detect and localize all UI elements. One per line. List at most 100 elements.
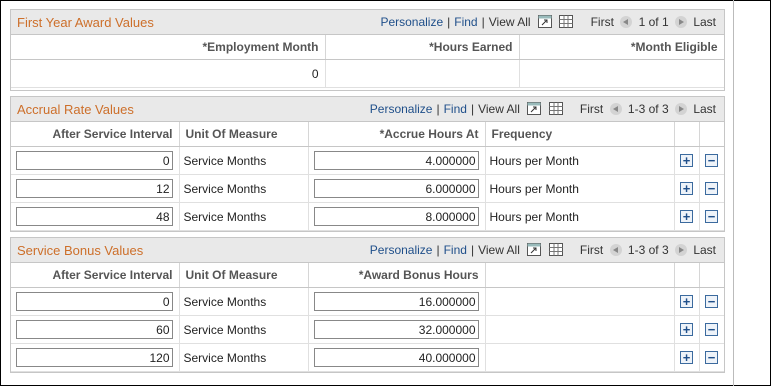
delete-row-icon[interactable]: −	[705, 294, 718, 308]
grid-header: Accrual Rate Values Personalize | Find | Vie…	[11, 97, 724, 122]
first-label: First	[579, 243, 604, 257]
last-label: Last	[693, 102, 716, 116]
col-month-eligible: *Month Eligible	[519, 35, 724, 60]
view-all-link[interactable]: View All	[478, 102, 520, 116]
service-interval-input[interactable]	[15, 320, 173, 339]
first-label: First	[590, 15, 614, 29]
service-interval-input[interactable]	[15, 151, 173, 170]
accrual-rate-grid: Accrual Rate Values Personalize | Find | Vie…	[10, 96, 725, 232]
grid-nav: Personalize | Find | View All First 1-3 of 3…	[369, 243, 716, 259]
award-bonus-hours-input[interactable]	[313, 320, 479, 339]
col-delete	[699, 263, 724, 288]
col-award-bonus-hours: *Award Bonus Hours	[308, 263, 486, 288]
grid-title: First Year Award Values	[17, 15, 154, 30]
table-row: Service Months + −	[11, 343, 724, 372]
col-add	[674, 122, 700, 147]
frequency-value: Hours per Month	[485, 146, 675, 175]
grid-header: First Year Award Values Personalize | Find…	[11, 10, 724, 35]
last-label: Last	[693, 15, 716, 29]
first-year-table: *Employment Month *Hours Earned *Month E…	[11, 35, 724, 88]
employment-month-value: 0	[11, 59, 326, 88]
zoom-icon[interactable]	[537, 15, 552, 31]
add-row-icon[interactable]: +	[680, 209, 693, 223]
add-row-icon[interactable]: +	[680, 153, 693, 167]
grid-download-icon[interactable]	[559, 15, 574, 31]
col-hours-earned: *Hours Earned	[325, 35, 520, 60]
grid-download-icon[interactable]	[548, 243, 563, 259]
table-row: Service Months Hours per Month + −	[11, 174, 724, 203]
add-row-icon[interactable]: +	[680, 350, 693, 364]
find-link[interactable]: Find	[444, 243, 467, 257]
table-row: Service Months + −	[11, 315, 724, 344]
unit-of-measure-value: Service Months	[179, 343, 309, 372]
service-interval-input[interactable]	[15, 179, 173, 198]
service-interval-input[interactable]	[15, 292, 173, 311]
service-interval-input[interactable]	[15, 348, 173, 367]
zoom-icon[interactable]	[527, 102, 542, 118]
find-link[interactable]: Find	[454, 15, 477, 29]
service-bonus-grid: Service Bonus Values Personalize | Find | Vi…	[10, 237, 725, 373]
col-employment-month: *Employment Month	[11, 35, 326, 60]
next-arrow-icon[interactable]	[674, 103, 687, 115]
delete-row-icon[interactable]: −	[705, 322, 718, 336]
table-row: Service Months + −	[11, 287, 724, 316]
award-bonus-hours-input[interactable]	[313, 348, 479, 367]
row-range: 1-3 of 3	[627, 243, 669, 257]
unit-of-measure-value: Service Months	[179, 174, 309, 203]
next-arrow-icon[interactable]	[674, 244, 687, 256]
last-label: Last	[693, 243, 716, 257]
delete-row-icon[interactable]: −	[705, 209, 718, 223]
month-eligible-value	[519, 59, 724, 88]
col-delete	[699, 122, 724, 147]
frequency-value: Hours per Month	[485, 202, 675, 231]
add-row-icon[interactable]: +	[680, 322, 693, 336]
next-arrow-icon[interactable]	[674, 16, 687, 28]
accrual-table: After Service Interval Unit Of Measure *…	[11, 122, 724, 231]
grid-download-icon[interactable]	[548, 102, 563, 118]
right-divider	[733, 0, 734, 386]
personalize-link[interactable]: Personalize	[380, 15, 443, 29]
find-link[interactable]: Find	[444, 102, 467, 116]
delete-row-icon[interactable]: −	[705, 153, 718, 167]
personalize-link[interactable]: Personalize	[370, 243, 433, 257]
col-unit-of-measure: Unit Of Measure	[179, 263, 309, 288]
grid-header: Service Bonus Values Personalize | Find | Vi…	[11, 238, 724, 263]
unit-of-measure-value: Service Months	[179, 146, 309, 175]
col-after-service-interval: After Service Interval	[11, 122, 180, 147]
bonus-table: After Service Interval Unit Of Measure *…	[11, 263, 724, 372]
col-add	[674, 263, 700, 288]
add-row-icon[interactable]: +	[680, 181, 693, 195]
view-all-link[interactable]: View All	[478, 243, 520, 257]
col-empty	[485, 263, 675, 288]
accrue-hours-input[interactable]	[313, 179, 479, 198]
view-all-link[interactable]: View All	[489, 15, 531, 29]
prev-arrow-icon[interactable]	[609, 103, 622, 115]
frequency-value: Hours per Month	[485, 174, 675, 203]
unit-of-measure-value: Service Months	[179, 287, 309, 316]
delete-row-icon[interactable]: −	[705, 350, 718, 364]
zoom-icon[interactable]	[527, 243, 542, 259]
row-range: 1 of 1	[638, 15, 669, 29]
grid-title: Service Bonus Values	[17, 243, 144, 258]
first-year-award-grid: First Year Award Values Personalize | Find…	[10, 9, 725, 91]
table-row: 0	[11, 59, 724, 88]
grid-nav: Personalize | Find | View All First 1 of 1 L…	[380, 15, 716, 31]
delete-row-icon[interactable]: −	[705, 181, 718, 195]
grid-nav: Personalize | Find | View All First 1-3 of 3…	[369, 102, 716, 118]
service-interval-input[interactable]	[15, 207, 173, 226]
prev-arrow-icon[interactable]	[620, 16, 633, 28]
accrue-hours-input[interactable]	[313, 207, 479, 226]
col-accrue-hours-at: *Accrue Hours At	[308, 122, 486, 147]
table-row: Service Months Hours per Month + −	[11, 146, 724, 175]
add-row-icon[interactable]: +	[680, 294, 693, 308]
col-frequency: Frequency	[485, 122, 675, 147]
award-bonus-hours-input[interactable]	[313, 292, 479, 311]
unit-of-measure-value: Service Months	[179, 202, 309, 231]
unit-of-measure-value: Service Months	[179, 315, 309, 344]
accrue-hours-input[interactable]	[313, 151, 479, 170]
table-row: Service Months Hours per Month + −	[11, 202, 724, 231]
personalize-link[interactable]: Personalize	[370, 102, 433, 116]
prev-arrow-icon[interactable]	[609, 244, 622, 256]
first-label: First	[579, 102, 604, 116]
grid-title: Accrual Rate Values	[17, 102, 134, 117]
